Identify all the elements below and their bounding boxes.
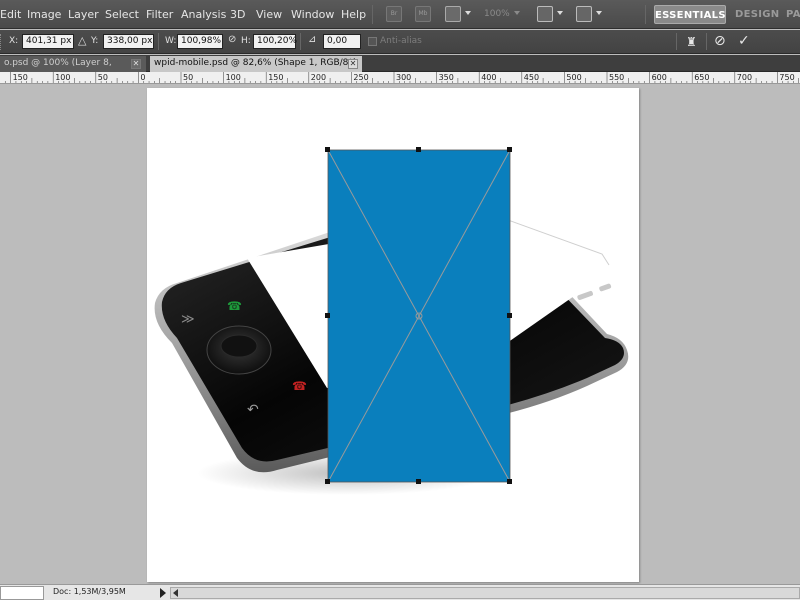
back-key-icon: ↶ [247, 402, 259, 418]
menu-select[interactable]: Select [105, 8, 139, 21]
height-label: H: [241, 36, 251, 46]
canvas-area[interactable]: ≫ ☎ ☎ ↶ [0, 84, 800, 584]
ruler-label: 400 [481, 73, 496, 82]
scroll-left-icon[interactable] [173, 589, 178, 597]
trackpad-center [220, 334, 258, 358]
close-icon[interactable]: ✕ [131, 59, 141, 69]
x-label: X: [9, 36, 19, 46]
options-separator [676, 33, 677, 50]
ruler-label: 250 [353, 73, 368, 82]
ruler-label: 450 [524, 73, 539, 82]
menu-help[interactable]: Help [341, 8, 366, 21]
options-grip [0, 34, 3, 50]
document-tab-bar: o.psd @ 100% (Layer 8, RGB/8) ✕ wpid-mob… [0, 55, 800, 83]
status-menu-arrow-icon[interactable] [160, 588, 166, 598]
ruler-label: 200 [311, 73, 326, 82]
status-bar: Doc: 1,53M/3,95M [0, 584, 800, 600]
ruler-label: 100 [226, 73, 241, 82]
ruler-label: 750 [779, 73, 794, 82]
transform-handle[interactable] [416, 479, 421, 484]
tab-wpid-mobile-document[interactable]: wpid-mobile.psd @ 82,6% (Shape 1, RGB/8*… [150, 56, 362, 72]
transform-handle[interactable] [325, 147, 330, 152]
menu-filter[interactable]: Filter [146, 8, 173, 21]
angle-icon: ⊿ [308, 34, 317, 45]
ruler-label: 500 [566, 73, 581, 82]
artwork: ≫ ☎ ☎ ↶ [154, 147, 629, 495]
tab-layer8-document[interactable]: o.psd @ 100% (Layer 8, RGB/8) ✕ [0, 56, 146, 83]
ruler-label: 600 [652, 73, 667, 82]
menu-3d[interactable]: 3D [230, 8, 245, 21]
ruler-ticks: 150 100 50 0 50 100 150 200 250 300 350 400 450 500 55… [4, 72, 800, 83]
options-bar: X: 401,31 px △ Y: 338,00 px W: 100,98% ⊘… [0, 30, 800, 54]
menu-bar: Edit Image Layer Select Filter Analysis … [0, 0, 800, 29]
cancel-transform-icon[interactable]: ⊘ [714, 33, 726, 49]
height-input[interactable]: 100,20% [253, 34, 297, 49]
ruler-label: 150 [13, 73, 28, 82]
transform-handle[interactable] [507, 479, 512, 484]
ruler-label: 50 [183, 73, 193, 82]
mini-bridge-icon[interactable]: Mb [415, 6, 431, 22]
menu-separator [645, 5, 646, 24]
screen-mode-icon[interactable] [445, 6, 461, 22]
anti-alias-checkbox[interactable] [368, 37, 377, 46]
rotation-input[interactable]: 0,00 [323, 34, 361, 49]
x-position-input[interactable]: 401,31 px [22, 34, 74, 49]
ruler-label: 550 [609, 73, 624, 82]
transform-handle[interactable] [507, 147, 512, 152]
zoom-level[interactable]: 100% [484, 9, 510, 19]
ruler-label: 650 [694, 73, 709, 82]
menu-analysis[interactable]: Analysis [181, 8, 226, 21]
end-call-key-icon: ☎ [292, 379, 307, 393]
workspace-essentials-button[interactable]: ESSENTIALS [654, 5, 726, 24]
menu-separator [372, 5, 373, 24]
delta-icon[interactable]: △ [78, 34, 86, 47]
commit-transform-icon[interactable]: ✓ [738, 33, 750, 49]
y-position-input[interactable]: 338,00 px [103, 34, 154, 49]
width-input[interactable]: 100,98% [177, 34, 223, 49]
ruler-label: 150 [268, 73, 283, 82]
options-separator [706, 33, 707, 50]
workspace-painting-button[interactable]: PA [786, 5, 800, 24]
tab-label: wpid-mobile.psd @ 82,6% (Shape 1, RGB/8*… [154, 58, 357, 68]
horizontal-scrollbar[interactable] [170, 587, 800, 599]
document-canvas[interactable]: ≫ ☎ ☎ ↶ [147, 88, 639, 582]
ruler-label: 100 [55, 73, 70, 82]
menu-edit[interactable]: Edit [0, 8, 21, 21]
y-label: Y: [91, 36, 99, 46]
side-button [599, 283, 612, 292]
anti-alias-label: Anti-alias [380, 36, 422, 46]
transform-handle[interactable] [507, 313, 512, 318]
transform-handle[interactable] [416, 147, 421, 152]
arrange-documents-icon[interactable] [537, 6, 553, 22]
call-key-icon: ☎ [227, 299, 242, 313]
chevron-down-icon[interactable] [596, 11, 602, 15]
workspace-design-button[interactable]: DESIGN [735, 5, 779, 24]
menu-view[interactable]: View [256, 8, 282, 21]
transform-handle[interactable] [325, 479, 330, 484]
screen-mode-frame-icon[interactable] [576, 6, 592, 22]
close-icon[interactable]: ✕ [348, 59, 358, 69]
zoom-field[interactable] [0, 586, 44, 600]
menu-key-icon: ≫ [181, 312, 195, 327]
width-label: W: [165, 36, 177, 46]
ruler-label: 0 [140, 73, 145, 82]
chevron-down-icon [514, 11, 520, 15]
options-separator [158, 33, 159, 50]
ruler-label: 50 [98, 73, 108, 82]
horizontal-ruler[interactable]: 150 100 50 0 50 100 150 200 250 300 350 400 450 500 55… [0, 72, 800, 84]
menu-layer[interactable]: Layer [68, 8, 99, 21]
chevron-down-icon[interactable] [465, 11, 471, 15]
ruler-label: 700 [737, 73, 752, 82]
ruler-label: 350 [439, 73, 454, 82]
transform-handle[interactable] [325, 313, 330, 318]
chevron-down-icon[interactable] [557, 11, 563, 15]
document-size-info: Doc: 1,53M/3,95M [53, 587, 126, 596]
ruler-label: 300 [396, 73, 411, 82]
bridge-icon[interactable]: Br [386, 6, 402, 22]
menu-image[interactable]: Image [27, 8, 61, 21]
options-separator [300, 33, 301, 50]
menu-window[interactable]: Window [291, 8, 334, 21]
link-icon[interactable]: ⊘ [228, 34, 236, 45]
warp-mode-icon[interactable]: ♜ [686, 35, 697, 49]
